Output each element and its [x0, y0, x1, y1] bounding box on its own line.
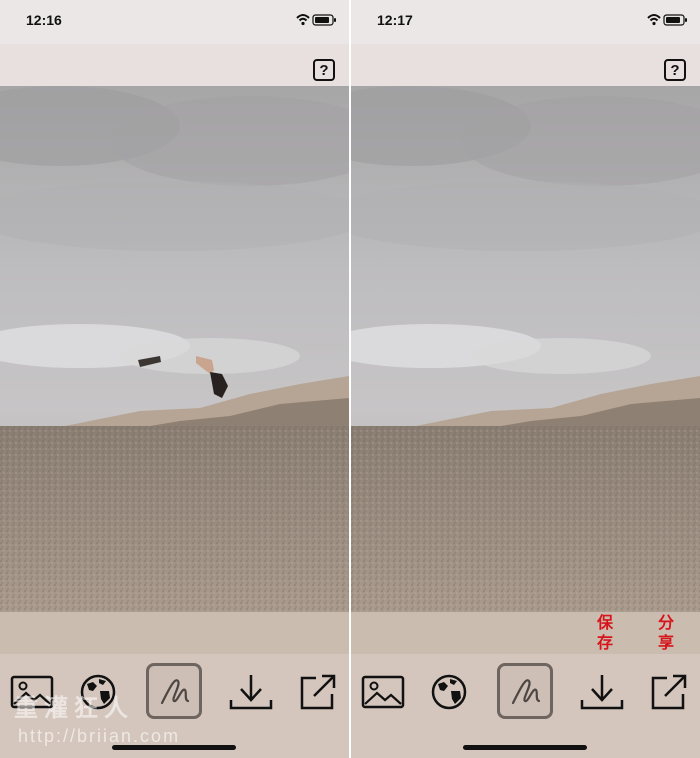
- save-button[interactable]: [229, 670, 273, 714]
- phone-screen-before: 12:16 ?: [0, 0, 349, 758]
- image-icon: [361, 675, 405, 709]
- share-icon: [300, 674, 336, 710]
- help-button[interactable]: ?: [313, 59, 335, 81]
- globe-icon: [431, 674, 467, 710]
- globe-button[interactable]: [76, 670, 120, 714]
- photo-bottom-strip: [351, 612, 700, 654]
- erase-tool-button[interactable]: [146, 663, 202, 719]
- photo-canvas[interactable]: [351, 86, 700, 612]
- wifi-icon: [647, 14, 661, 26]
- bottom-toolbar: [351, 654, 700, 758]
- status-icons: [647, 14, 687, 26]
- status-icons: [296, 14, 336, 26]
- image-icon: [10, 675, 54, 709]
- wifi-icon: [296, 14, 310, 26]
- phone-screen-after: 12:17 ?: [351, 0, 700, 758]
- photo-library-button[interactable]: [361, 670, 405, 714]
- share-callout-label: 分享: [657, 615, 674, 652]
- globe-icon: [80, 674, 116, 710]
- home-indicator[interactable]: [463, 745, 587, 750]
- status-time: 12:16: [26, 12, 62, 28]
- save-button[interactable]: [580, 670, 624, 714]
- scribble-icon: [511, 679, 541, 705]
- bottom-toolbar: [0, 654, 349, 758]
- help-button[interactable]: ?: [664, 59, 686, 81]
- top-bar: ?: [351, 44, 700, 86]
- home-indicator[interactable]: [112, 745, 236, 750]
- globe-button[interactable]: [427, 670, 471, 714]
- share-icon: [651, 674, 687, 710]
- download-icon: [580, 675, 624, 710]
- photo-bottom-strip: [0, 612, 349, 654]
- share-button[interactable]: [647, 670, 691, 714]
- status-time: 12:17: [377, 12, 413, 28]
- save-callout-label: 保存: [596, 615, 613, 652]
- battery-icon: [663, 14, 687, 26]
- status-bar: 12:16: [0, 0, 349, 44]
- scribble-icon: [160, 679, 190, 705]
- erase-tool-button[interactable]: [497, 663, 553, 719]
- photo-canvas[interactable]: [0, 86, 349, 612]
- download-icon: [229, 675, 273, 710]
- status-bar: 12:17: [351, 0, 700, 44]
- share-button[interactable]: [296, 670, 340, 714]
- photo-library-button[interactable]: [10, 670, 54, 714]
- battery-icon: [312, 14, 336, 26]
- top-bar: ?: [0, 44, 349, 86]
